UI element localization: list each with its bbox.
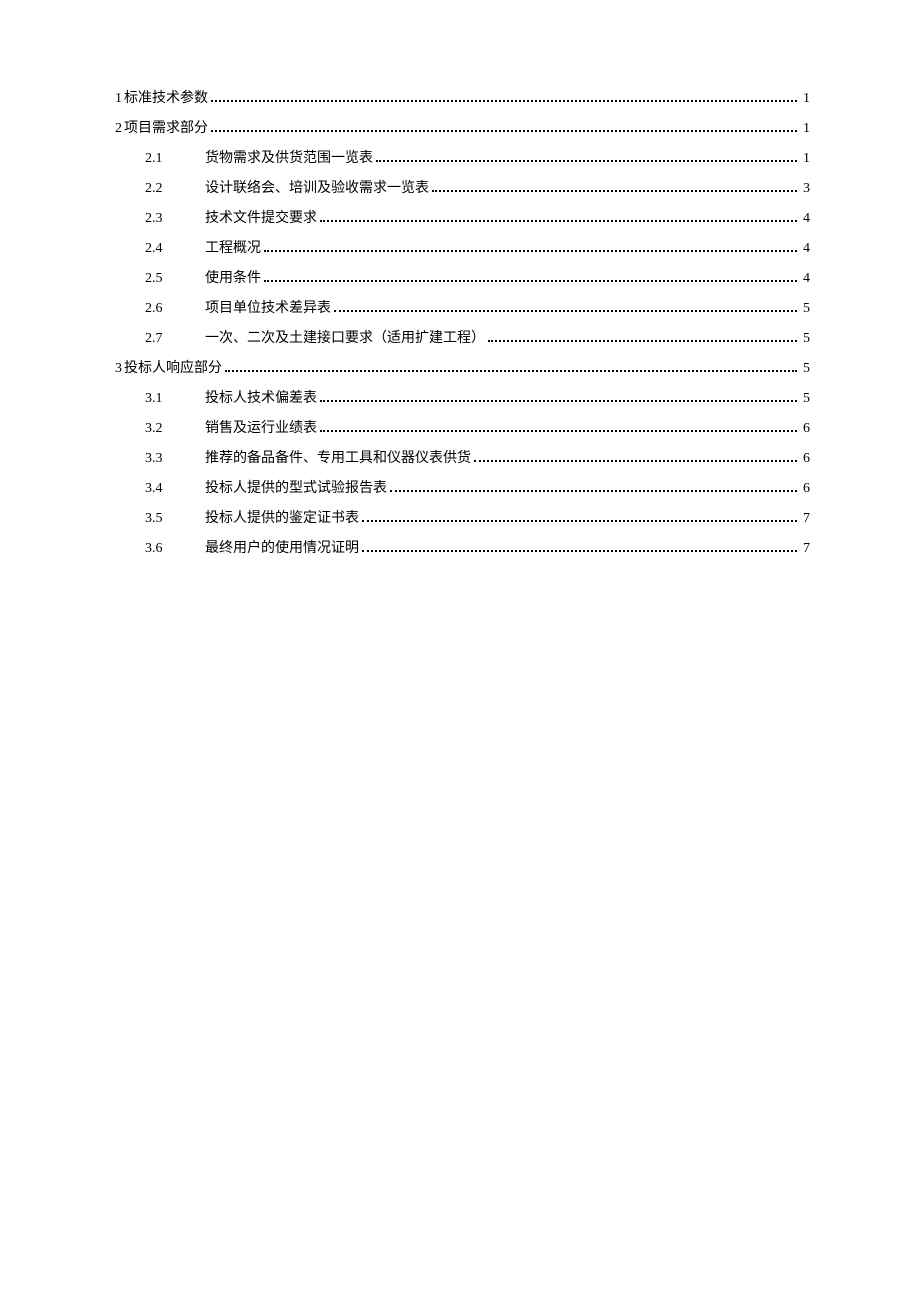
toc-entry-page: 5 [800, 388, 810, 409]
toc-leader-dots [488, 328, 797, 342]
toc-entry-page: 5 [800, 328, 810, 349]
toc-leader-dots [211, 88, 797, 102]
toc-entry-page: 5 [800, 298, 810, 319]
toc-leader-dots [390, 478, 797, 492]
toc-entry: 2.2设计联络会、培训及验收需求一览表 3 [115, 178, 810, 199]
toc-leader-dots [320, 418, 797, 432]
toc-entry: 1标准技术参数1 [115, 88, 810, 109]
toc-entry: 3.4投标人提供的型式试验报告表 6 [115, 478, 810, 499]
toc-entry-number: 3.1 [145, 388, 205, 409]
toc-entry-title: 技术文件提交要求 [205, 208, 317, 229]
toc-entry-number: 2.5 [145, 268, 205, 289]
toc-entry-number: 1 [115, 88, 122, 109]
toc-entry: 2.3技术文件提交要求 4 [115, 208, 810, 229]
toc-entry: 3投标人响应部分 5 [115, 358, 810, 379]
table-of-contents: 1标准技术参数12项目需求部分12.1货物需求及供货范围一览表12.2设计联络会… [115, 88, 810, 559]
toc-entry-title: 一次、二次及土建接口要求（适用扩建工程） [205, 328, 485, 349]
toc-entry-page: 4 [800, 238, 810, 259]
toc-leader-dots [225, 358, 797, 372]
toc-entry-page: 7 [800, 538, 810, 559]
toc-entry: 2.5使用条件 4 [115, 268, 810, 289]
toc-entry-page: 3 [800, 178, 810, 199]
toc-entry-title: 设计联络会、培训及验收需求一览表 [205, 178, 429, 199]
toc-entry-page: 4 [800, 208, 810, 229]
toc-entry-number: 2.4 [145, 238, 205, 259]
toc-entry: 3.2销售及运行业绩表 6 [115, 418, 810, 439]
toc-entry-number: 2.3 [145, 208, 205, 229]
toc-entry-number: 3.3 [145, 448, 205, 469]
toc-entry-title: 投标人提供的鉴定证书表 [205, 508, 359, 529]
toc-entry-number: 3.2 [145, 418, 205, 439]
toc-entry-title: 项目需求部分 [124, 118, 208, 139]
toc-entry-title: 使用条件 [205, 268, 261, 289]
toc-entry-title: 项目单位技术差异表 [205, 298, 331, 319]
toc-entry: 3.6最终用户的使用情况证明 7 [115, 538, 810, 559]
toc-entry-page: 1 [800, 118, 810, 139]
toc-leader-dots [264, 268, 797, 282]
toc-entry: 3.3推荐的备品备件、专用工具和仪器仪表供货 6 [115, 448, 810, 469]
toc-entry-title: 货物需求及供货范围一览表 [205, 148, 373, 169]
toc-entry-number: 2.2 [145, 178, 205, 199]
toc-entry-page: 6 [800, 478, 810, 499]
toc-entry-title: 投标人响应部分 [124, 358, 222, 379]
toc-entry-title: 工程概况 [205, 238, 261, 259]
toc-entry-number: 3.6 [145, 538, 205, 559]
toc-entry-page: 7 [800, 508, 810, 529]
toc-entry-title: 标准技术参数 [124, 88, 208, 109]
toc-entry: 2.7一次、二次及土建接口要求（适用扩建工程） 5 [115, 328, 810, 349]
toc-entry-number: 3.5 [145, 508, 205, 529]
toc-entry-page: 5 [800, 358, 810, 379]
toc-entry-number: 3.4 [145, 478, 205, 499]
toc-entry-title: 最终用户的使用情况证明 [205, 538, 359, 559]
toc-entry-number: 2.7 [145, 328, 205, 349]
toc-leader-dots [211, 118, 797, 132]
toc-entry-title: 投标人提供的型式试验报告表 [205, 478, 387, 499]
toc-entry: 3.5投标人提供的鉴定证书表 7 [115, 508, 810, 529]
toc-leader-dots [320, 388, 797, 402]
toc-entry-page: 6 [800, 448, 810, 469]
toc-entry: 2.1货物需求及供货范围一览表 1 [115, 148, 810, 169]
toc-entry-page: 4 [800, 268, 810, 289]
toc-leader-dots [432, 178, 797, 192]
toc-entry-page: 1 [800, 148, 810, 169]
document-page: 1标准技术参数12项目需求部分12.1货物需求及供货范围一览表12.2设计联络会… [0, 0, 920, 559]
toc-entry-number: 3 [115, 358, 122, 379]
toc-leader-dots [362, 538, 797, 552]
toc-entry-number: 2.1 [145, 148, 205, 169]
toc-entry-page: 1 [800, 88, 810, 109]
toc-leader-dots [474, 448, 797, 462]
toc-entry: 2项目需求部分 1 [115, 118, 810, 139]
toc-entry-number: 2 [115, 118, 122, 139]
toc-leader-dots [376, 148, 797, 162]
toc-leader-dots [334, 298, 797, 312]
toc-entry: 3.1投标人技术偏差表 5 [115, 388, 810, 409]
toc-entry-title: 投标人技术偏差表 [205, 388, 317, 409]
toc-entry-number: 2.6 [145, 298, 205, 319]
toc-entry: 2.6项目单位技术差异表 5 [115, 298, 810, 319]
toc-entry: 2.4工程概况 4 [115, 238, 810, 259]
toc-leader-dots [320, 208, 797, 222]
toc-entry-title: 推荐的备品备件、专用工具和仪器仪表供货 [205, 448, 471, 469]
toc-leader-dots [264, 238, 797, 252]
toc-leader-dots [362, 508, 797, 522]
toc-entry-title: 销售及运行业绩表 [205, 418, 317, 439]
toc-entry-page: 6 [800, 418, 810, 439]
